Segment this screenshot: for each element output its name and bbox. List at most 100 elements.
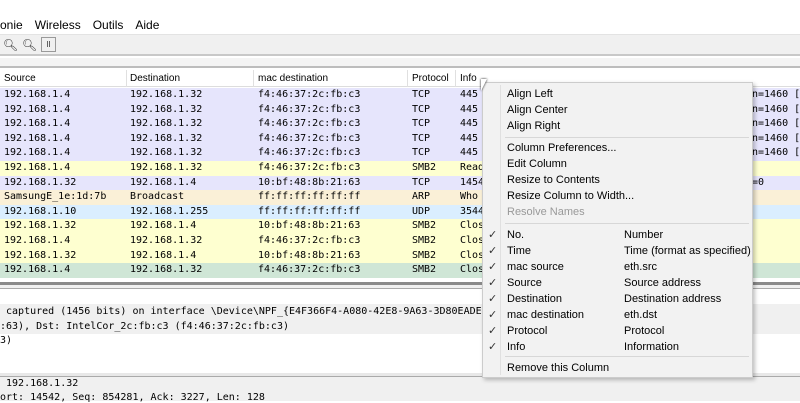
detail-tcp-line[interactable]: ort: 14542, Seq: 854281, Ack: 3227, Len:… [0, 392, 265, 403]
label: Remove this Column [507, 362, 610, 374]
zoom-normal-icon[interactable]: 🔍︎ [22, 37, 37, 52]
cell-destination: 192.168.1.32 [130, 234, 203, 246]
zoom-out-icon[interactable]: 🔍︎ [3, 37, 18, 52]
cell-protocol: TCP [412, 147, 431, 159]
column-label: Time [507, 245, 532, 257]
cell-destination: 192.168.1.32 [130, 132, 203, 144]
cell-protocol: TCP [412, 103, 431, 115]
menu-item-edit-column[interactable]: Edit Column [483, 156, 752, 172]
label: Align Center [507, 104, 568, 116]
column-header-protocol[interactable]: Protocol [412, 73, 449, 84]
column-label: Source [507, 277, 542, 289]
menu-item-column-toggle[interactable]: ✓ Info Information [483, 339, 752, 355]
menu-separator [505, 223, 749, 224]
cell-info-tail: n=1460 [ [752, 118, 800, 130]
cell-mac-destination: f4:46:37:2c:fb:c3 [258, 147, 361, 159]
detail-ip-line[interactable]: 192.168.1.32 [0, 378, 78, 389]
label: Align Right [507, 120, 561, 132]
menu-item-align-left[interactable]: Align Left [483, 86, 752, 102]
resize-columns-icon[interactable]: II [41, 37, 56, 52]
cell-info: Clos [460, 234, 485, 246]
toolbar: 🔍︎ 🔍︎ II [0, 34, 800, 56]
column-field: Time (format as specified) [624, 245, 751, 257]
menubar: onie Wireless Outils Aide [0, 16, 800, 34]
cell-info: 1454 [460, 176, 485, 188]
cell-source: 192.168.1.32 [4, 176, 77, 188]
column-field: eth.src [624, 261, 658, 273]
cell-destination: 192.168.1.255 [130, 205, 209, 217]
cell-destination: Broadcast [130, 191, 185, 203]
menu-item-column-toggle[interactable]: ✓ mac source eth.src [483, 259, 752, 275]
column-field: Information [624, 341, 680, 353]
menu-wireless[interactable]: Wireless [35, 18, 81, 32]
cell-source: 192.168.1.4 [4, 118, 71, 130]
cell-info-tail: n=1460 [ [752, 147, 800, 159]
packet-details-lower: 192.168.1.32 ort: 14542, Seq: 854281, Ac… [0, 377, 800, 403]
menu-item-resize-column-to-width[interactable]: Resize Column to Width... [483, 188, 752, 204]
column-label: No. [507, 229, 525, 241]
cell-mac-destination: f4:46:37:2c:fb:c3 [258, 264, 361, 276]
cell-info-tail: =0 [752, 176, 765, 188]
cell-protocol: SMB2 [412, 264, 437, 276]
cell-protocol: SMB2 [412, 249, 437, 261]
cell-protocol: TCP [412, 132, 431, 144]
cell-source: 192.168.1.4 [4, 161, 71, 173]
cell-mac-destination: 10:bf:48:8b:21:63 [258, 249, 361, 261]
cell-protocol: TCP [412, 118, 431, 130]
checkmark-icon: ✓ [488, 309, 498, 321]
cell-info: 445 [460, 89, 479, 100]
cell-destination: 192.168.1.4 [130, 220, 197, 232]
cell-mac-destination: 10:bf:48:8b:21:63 [258, 176, 361, 188]
cell-protocol: UDP [412, 205, 431, 217]
column-field: Protocol [624, 325, 665, 337]
cell-destination: 192.168.1.32 [130, 264, 203, 276]
detail-line[interactable]: 3) [0, 333, 12, 348]
checkmark-icon: ✓ [488, 293, 498, 305]
cell-mac-destination: f4:46:37:2c:fb:c3 [258, 234, 361, 246]
menu-item-column-toggle[interactable]: ✓ Destination Destination address [483, 291, 752, 307]
checkmark-icon: ✓ [488, 229, 498, 241]
menu-outils[interactable]: Outils [93, 18, 124, 32]
menu-item-remove-column[interactable]: Remove this Column [483, 360, 752, 376]
cell-info: 3544 [460, 205, 485, 217]
display-filter-bar[interactable] [0, 58, 800, 68]
menu-item-resize-to-contents[interactable]: Resize to Contents [483, 172, 752, 188]
cell-destination: 192.168.1.32 [130, 147, 203, 159]
column-header-mac-destination[interactable]: mac destination [258, 73, 328, 84]
menu-item-column-toggle[interactable]: ✓ Time Time (format as specified) [483, 243, 752, 259]
menu-separator [505, 356, 749, 357]
label: Resolve Names [507, 206, 585, 218]
menu-item-column-toggle[interactable]: ✓ No. Number [483, 227, 752, 243]
column-field: Destination address [624, 293, 722, 305]
checkmark-icon: ✓ [488, 261, 498, 273]
menu-item-align-center[interactable]: Align Center [483, 102, 752, 118]
column-header-destination[interactable]: Destination [130, 73, 180, 84]
menu-item-column-toggle[interactable]: ✓ Source Source address [483, 275, 752, 291]
menu-item-align-right[interactable]: Align Right [483, 118, 752, 134]
cell-mac-destination: f4:46:37:2c:fb:c3 [258, 118, 361, 130]
menu-item-column-toggle[interactable]: ✓ Protocol Protocol [483, 323, 752, 339]
cell-protocol: TCP [412, 176, 431, 188]
cell-info: Read [460, 161, 485, 173]
cell-protocol: SMB2 [412, 161, 437, 173]
cell-mac-destination: ff:ff:ff:ff:ff:ff [258, 205, 361, 217]
column-context-menu: Align Left Align Center Align Right Colu… [482, 82, 753, 378]
menu-telephonie[interactable]: onie [0, 18, 23, 32]
menu-item-resolve-names: Resolve Names [483, 204, 752, 220]
menu-item-column-toggle[interactable]: ✓ mac destination eth.dst [483, 307, 752, 323]
column-header-info[interactable]: Info [460, 73, 477, 84]
cell-info: 445 [460, 132, 479, 144]
cell-info: Clos [460, 220, 485, 232]
cell-info: 445 [460, 103, 479, 115]
cell-source: 192.168.1.32 [4, 220, 77, 232]
menu-aide[interactable]: Aide [135, 18, 159, 32]
cell-protocol: SMB2 [412, 234, 437, 246]
menu-item-column-preferences[interactable]: Column Preferences... [483, 140, 752, 156]
column-header-source[interactable]: Source [4, 73, 36, 84]
cell-destination: 192.168.1.4 [130, 176, 197, 188]
checkmark-icon: ✓ [488, 341, 498, 353]
cell-info: 445 [460, 118, 479, 130]
cell-protocol: TCP [412, 89, 431, 100]
column-label: Destination [507, 293, 563, 305]
cell-info: Who [460, 191, 479, 203]
